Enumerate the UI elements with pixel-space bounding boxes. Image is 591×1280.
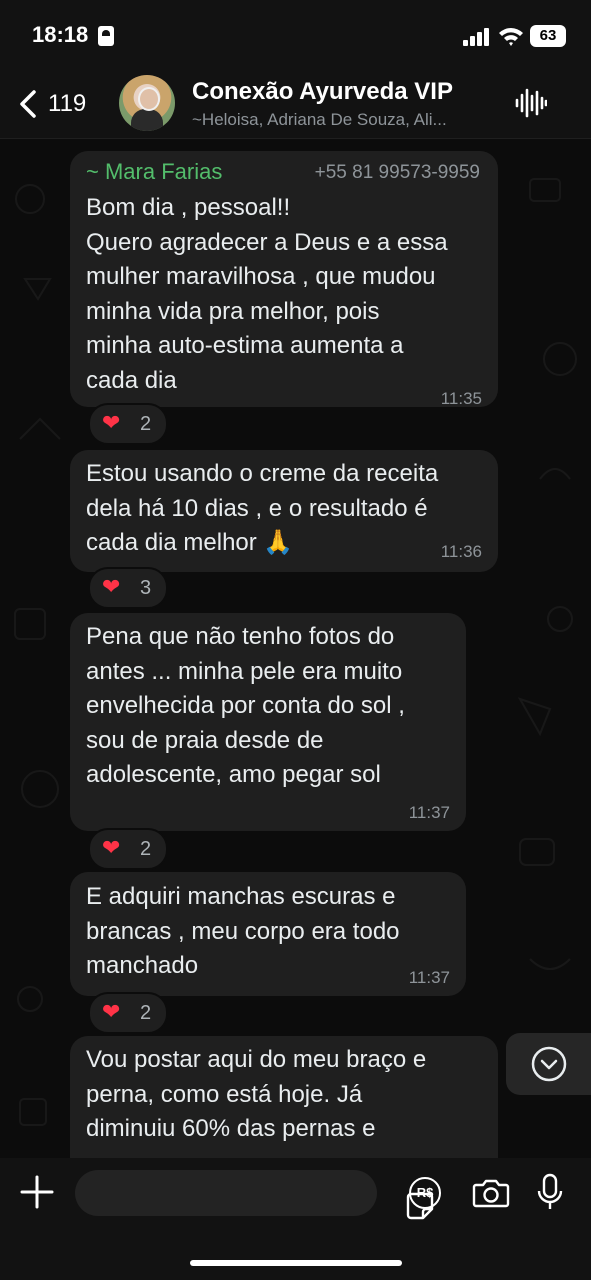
message-time: 11:35 bbox=[440, 389, 482, 408]
unread-count[interactable]: 119 bbox=[48, 90, 86, 118]
id-card-icon bbox=[98, 26, 114, 46]
chat-header: 119 Conexão Ayurveda VIP ~Heloisa, Adria… bbox=[0, 70, 591, 139]
status-time: 18:18 bbox=[32, 22, 89, 47]
sender-name[interactable]: ~ Mara Farias bbox=[86, 159, 222, 185]
message-text: Estou usando o creme da receita dela há … bbox=[86, 460, 439, 556]
heart-icon: ❤ bbox=[102, 835, 121, 860]
reaction-count: 3 bbox=[140, 577, 152, 599]
heart-icon: ❤ bbox=[102, 574, 121, 599]
input-bar: R$ bbox=[0, 1158, 591, 1280]
message-time: 11:36 bbox=[440, 542, 482, 561]
scroll-down-button[interactable] bbox=[506, 1033, 591, 1095]
signal-icon bbox=[463, 28, 491, 46]
message-text: Pena que não tenho fotos do antes ... mi… bbox=[86, 623, 405, 788]
battery-indicator: 63 bbox=[530, 25, 566, 47]
message-text: E adquiri manchas escuras e brancas , me… bbox=[86, 883, 400, 979]
reaction-count: 2 bbox=[140, 413, 152, 435]
message-bubble[interactable]: ~ Mara Farias +55 81 99573-9959 Bom dia … bbox=[70, 151, 498, 408]
reaction-count: 2 bbox=[140, 1002, 152, 1024]
message-text: Vou postar aqui do meu braço e perna, co… bbox=[86, 1046, 427, 1142]
reaction-badge[interactable]: ❤ 3 bbox=[88, 567, 168, 609]
reaction-badge[interactable]: ❤ 2 bbox=[88, 828, 168, 870]
reaction-count: 2 bbox=[140, 838, 152, 860]
reaction-badge[interactable]: ❤ 2 bbox=[88, 992, 168, 1034]
status-bar: 18:18 63 bbox=[0, 0, 591, 70]
message-bubble[interactable]: Estou usando o creme da receita dela há … bbox=[70, 450, 498, 572]
microphone-icon[interactable] bbox=[537, 1173, 563, 1211]
heart-icon: ❤ bbox=[102, 410, 121, 435]
reaction-badge[interactable]: ❤ 2 bbox=[88, 403, 168, 445]
audio-wave-icon[interactable] bbox=[515, 88, 547, 118]
message-time: 11:37 bbox=[408, 968, 450, 987]
home-indicator bbox=[190, 1260, 402, 1266]
message-bubble[interactable]: Vou postar aqui do meu braço e perna, co… bbox=[70, 1036, 498, 1158]
sender-phone[interactable]: +55 81 99573-9959 bbox=[315, 162, 480, 184]
message-text: Bom dia , pessoal!! Quero agradecer a De… bbox=[86, 194, 448, 394]
message-input[interactable] bbox=[75, 1170, 434, 1220]
chat-area[interactable]: ~ Mara Farias +55 81 99573-9959 Bom dia … bbox=[0, 139, 591, 1158]
message-bubble[interactable]: Pena que não tenho fotos do antes ... mi… bbox=[70, 613, 466, 831]
heart-icon: ❤ bbox=[102, 999, 121, 1024]
message-bubble[interactable]: E adquiri manchas escuras e brancas , me… bbox=[70, 872, 466, 996]
back-chevron-icon[interactable] bbox=[12, 86, 48, 122]
camera-icon[interactable] bbox=[472, 1178, 510, 1208]
group-avatar[interactable] bbox=[119, 75, 175, 131]
message-time: 11:37 bbox=[408, 803, 450, 822]
group-members[interactable]: ~Heloisa, Adriana De Souza, Ali... bbox=[192, 110, 492, 130]
chevron-down-icon bbox=[531, 1046, 567, 1082]
group-title[interactable]: Conexão Ayurveda VIP bbox=[192, 78, 453, 106]
wifi-icon bbox=[499, 28, 523, 46]
pix-icon[interactable]: R$ bbox=[409, 1177, 441, 1209]
plus-icon[interactable] bbox=[20, 1175, 54, 1209]
